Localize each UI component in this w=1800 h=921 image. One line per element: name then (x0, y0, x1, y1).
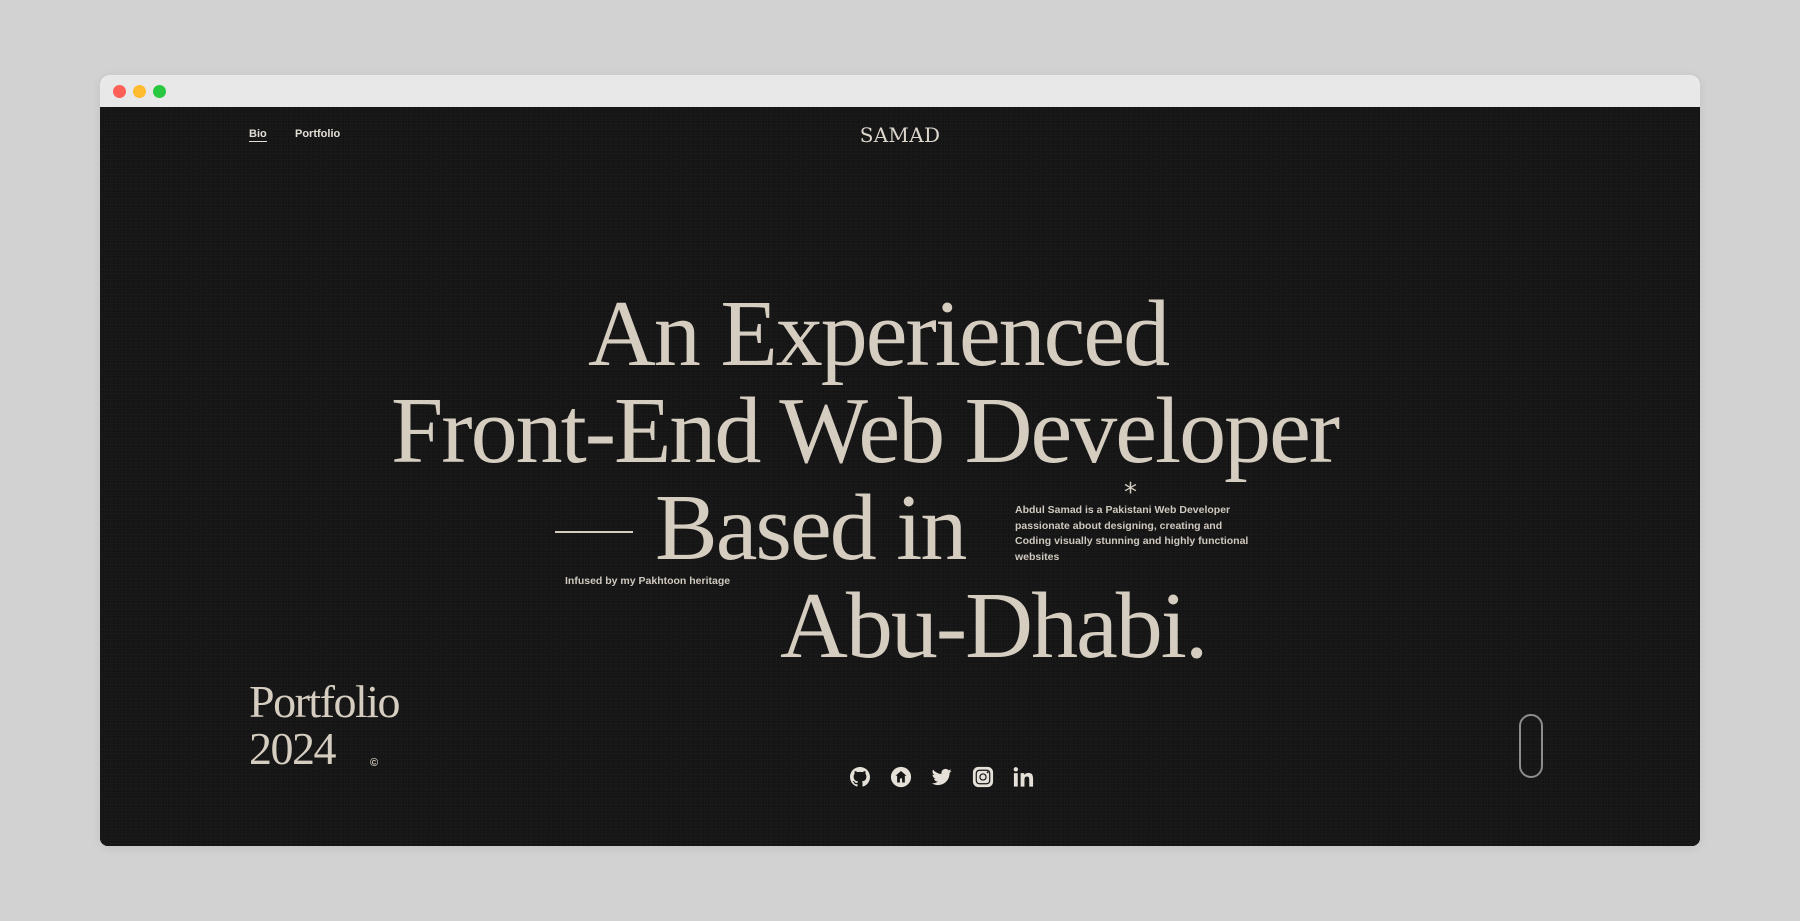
headline-line-4: Abu-Dhabi. (780, 574, 1208, 678)
brand-logo[interactable]: SAMAD (800, 123, 1000, 147)
scroll-indicator[interactable] (1519, 714, 1543, 778)
headline-line-1: An Experienced (588, 282, 1170, 386)
copyright-symbol: © (370, 757, 379, 769)
twitter-icon[interactable] (930, 765, 953, 788)
maximize-window-button[interactable] (153, 85, 166, 98)
nav-link-portfolio[interactable]: Portfolio (295, 128, 340, 140)
window-titlebar (100, 75, 1700, 107)
headline-line-3: Based in (655, 476, 967, 580)
minimize-window-button[interactable] (133, 85, 146, 98)
browser-window: Bio Portfolio SAMAD An Experienced Front… (100, 75, 1700, 846)
bio-text: Abdul Samad is a Pakistani Web Developer… (1015, 504, 1249, 563)
github-icon[interactable] (848, 765, 871, 788)
headline-dash (555, 531, 633, 533)
home-icon[interactable] (889, 765, 912, 788)
social-links (848, 765, 1035, 788)
portfolio-page: Bio Portfolio SAMAD An Experienced Front… (100, 107, 1700, 846)
headline-line-2: Front-End Web Developer (391, 379, 1340, 483)
close-window-button[interactable] (113, 85, 126, 98)
portfolio-label: Portfolio (249, 676, 401, 727)
nav-link-bio[interactable]: Bio (249, 128, 267, 142)
instagram-icon[interactable] (971, 765, 994, 788)
heritage-tagline: Infused by my Pakhtoon heritage (565, 575, 731, 587)
linkedin-icon[interactable] (1012, 765, 1035, 788)
